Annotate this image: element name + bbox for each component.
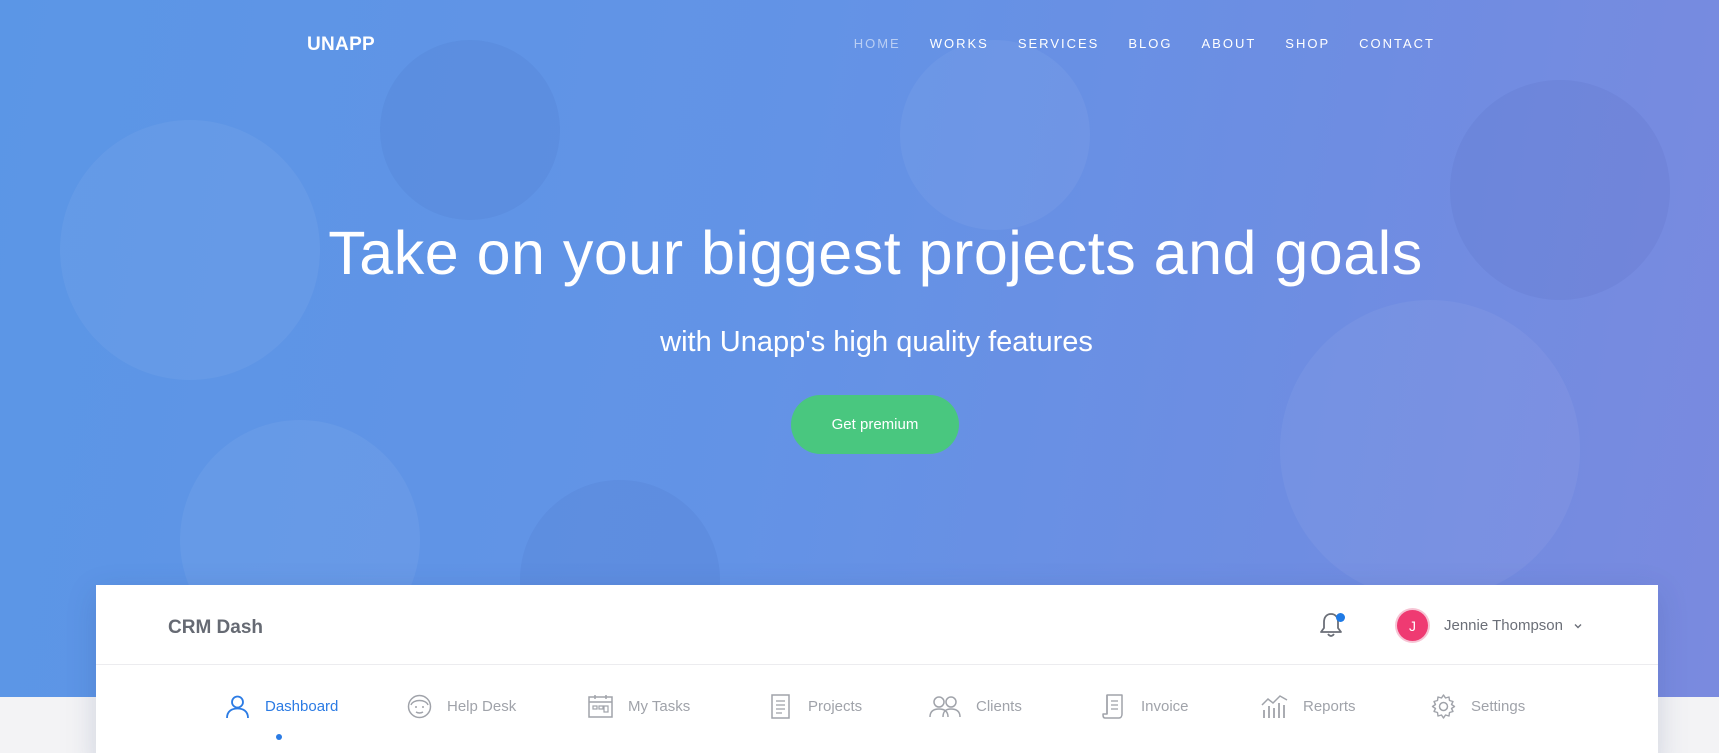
user-name: Jennie Thompson [1444, 617, 1563, 634]
tab-projects[interactable]: Projects [767, 693, 862, 720]
background-blob [380, 40, 560, 220]
tab-label: Clients [976, 698, 1022, 715]
user-icon [226, 695, 249, 719]
support-agent-icon [407, 694, 432, 719]
nav-item-works[interactable]: WORKS [930, 36, 989, 51]
dashboard-header: CRM Dash J Jennie Thompson [96, 585, 1658, 665]
background-blob [900, 40, 1090, 230]
active-tab-indicator [276, 734, 282, 740]
main-nav: HOME WORKS SERVICES BLOG ABOUT SHOP CONT… [825, 36, 1435, 51]
tab-label: Projects [808, 698, 863, 715]
tab-label: My Tasks [628, 698, 691, 715]
dashboard-tabs: Dashboard Help Desk My Tasks Projects Cl… [96, 665, 1658, 753]
users-icon [929, 696, 961, 718]
nav-item-services[interactable]: SERVICES [1018, 36, 1100, 51]
avatar: J [1397, 610, 1428, 641]
logo[interactable]: UNAPP [307, 34, 375, 56]
calendar-icon [588, 695, 613, 718]
nav-item-contact[interactable]: CONTACT [1359, 36, 1435, 51]
tab-invoice[interactable]: Invoice [1100, 693, 1189, 720]
dashboard-preview: CRM Dash J Jennie Thompson Dashboard Hel… [96, 585, 1658, 753]
tab-label: Dashboard [265, 698, 339, 715]
tab-label: Settings [1471, 698, 1526, 715]
tab-settings[interactable]: Settings [1430, 693, 1525, 720]
tab-label: Invoice [1141, 698, 1189, 715]
nav-item-home[interactable]: HOME [854, 36, 901, 51]
document-icon [771, 694, 790, 719]
bar-chart-icon [1261, 695, 1288, 718]
nav-item-blog[interactable]: BLOG [1128, 36, 1172, 51]
nav-item-shop[interactable]: SHOP [1285, 36, 1330, 51]
hero-title: Take on your biggest projects and goals [328, 219, 1423, 287]
get-premium-button[interactable]: Get premium [791, 395, 959, 454]
tab-label: Help Desk [447, 698, 517, 715]
user-menu[interactable]: J Jennie Thompson [1397, 610, 1583, 641]
tab-clients[interactable]: Clients [928, 693, 1022, 720]
tab-reports[interactable]: Reports [1260, 693, 1356, 720]
notification-dot [1336, 613, 1345, 622]
tab-label: Reports [1303, 698, 1356, 715]
chevron-down-icon [1574, 623, 1582, 628]
tab-dashboard[interactable]: Dashboard [224, 693, 338, 720]
gear-icon [1431, 694, 1456, 719]
tab-help-desk[interactable]: Help Desk [406, 693, 516, 720]
app-name: CRM Dash [168, 617, 264, 638]
hero-subtitle: with Unapp's high quality features [660, 326, 1093, 358]
nav-item-about[interactable]: ABOUT [1201, 36, 1256, 51]
tab-my-tasks[interactable]: My Tasks [587, 693, 690, 720]
invoice-icon [1102, 694, 1123, 719]
